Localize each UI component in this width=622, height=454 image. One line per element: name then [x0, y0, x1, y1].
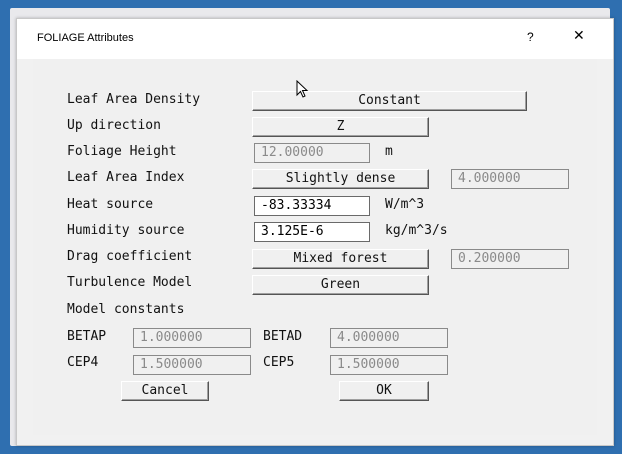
- leaf-area-index-button[interactable]: Slightly dense: [252, 169, 429, 189]
- cep5-label: CEP5: [263, 355, 295, 370]
- turbulence-model-label: Turbulence Model: [67, 275, 193, 290]
- cep5-field: 1.500000: [330, 355, 448, 375]
- dialog-body: Leaf Area Density Constant Up direction …: [33, 59, 597, 435]
- heat-source-input[interactable]: -83.33334: [254, 196, 370, 216]
- leaf-area-density-button[interactable]: Constant: [252, 91, 527, 111]
- heat-source-label: Heat source: [67, 197, 154, 212]
- betad-label: BETAD: [263, 329, 303, 344]
- leaf-area-index-field: 4.000000: [451, 169, 569, 189]
- humidity-source-unit: kg/m^3/s: [385, 223, 448, 238]
- up-direction-button[interactable]: Z: [252, 117, 429, 137]
- model-constants-heading: Model constants: [67, 302, 185, 317]
- foliage-attributes-dialog: FOLIAGE Attributes ? ✕ Leaf Area Density…: [16, 18, 614, 446]
- drag-coefficient-button[interactable]: Mixed forest: [252, 249, 429, 269]
- betad-field: 4.000000: [330, 328, 448, 348]
- dialog-title: FOLIAGE Attributes: [37, 32, 134, 44]
- help-button[interactable]: ?: [527, 30, 534, 44]
- foliage-height-unit: m: [385, 144, 393, 159]
- drag-coefficient-label: Drag coefficient: [67, 249, 193, 264]
- leaf-area-density-label: Leaf Area Density: [67, 92, 201, 107]
- close-button[interactable]: ✕: [573, 28, 585, 44]
- foliage-height-field: 12.00000: [254, 143, 370, 163]
- humidity-source-input[interactable]: 3.125E-6: [254, 222, 370, 242]
- betap-label: BETAP: [67, 329, 107, 344]
- foliage-height-label: Foliage Height: [67, 144, 177, 159]
- mouse-pointer-icon: [296, 80, 309, 98]
- cancel-button[interactable]: Cancel: [121, 381, 209, 401]
- turbulence-model-button[interactable]: Green: [252, 275, 429, 295]
- cep4-label: CEP4: [67, 355, 99, 370]
- drag-coefficient-field: 0.200000: [451, 249, 569, 269]
- cep4-field: 1.500000: [133, 355, 251, 375]
- leaf-area-index-label: Leaf Area Index: [67, 170, 185, 185]
- up-direction-label: Up direction: [67, 118, 161, 133]
- betap-field: 1.000000: [133, 328, 251, 348]
- ok-button[interactable]: OK: [339, 381, 429, 401]
- humidity-source-label: Humidity source: [67, 223, 185, 238]
- heat-source-unit: W/m^3: [385, 197, 425, 212]
- title-bar: FOLIAGE Attributes ? ✕: [17, 19, 613, 59]
